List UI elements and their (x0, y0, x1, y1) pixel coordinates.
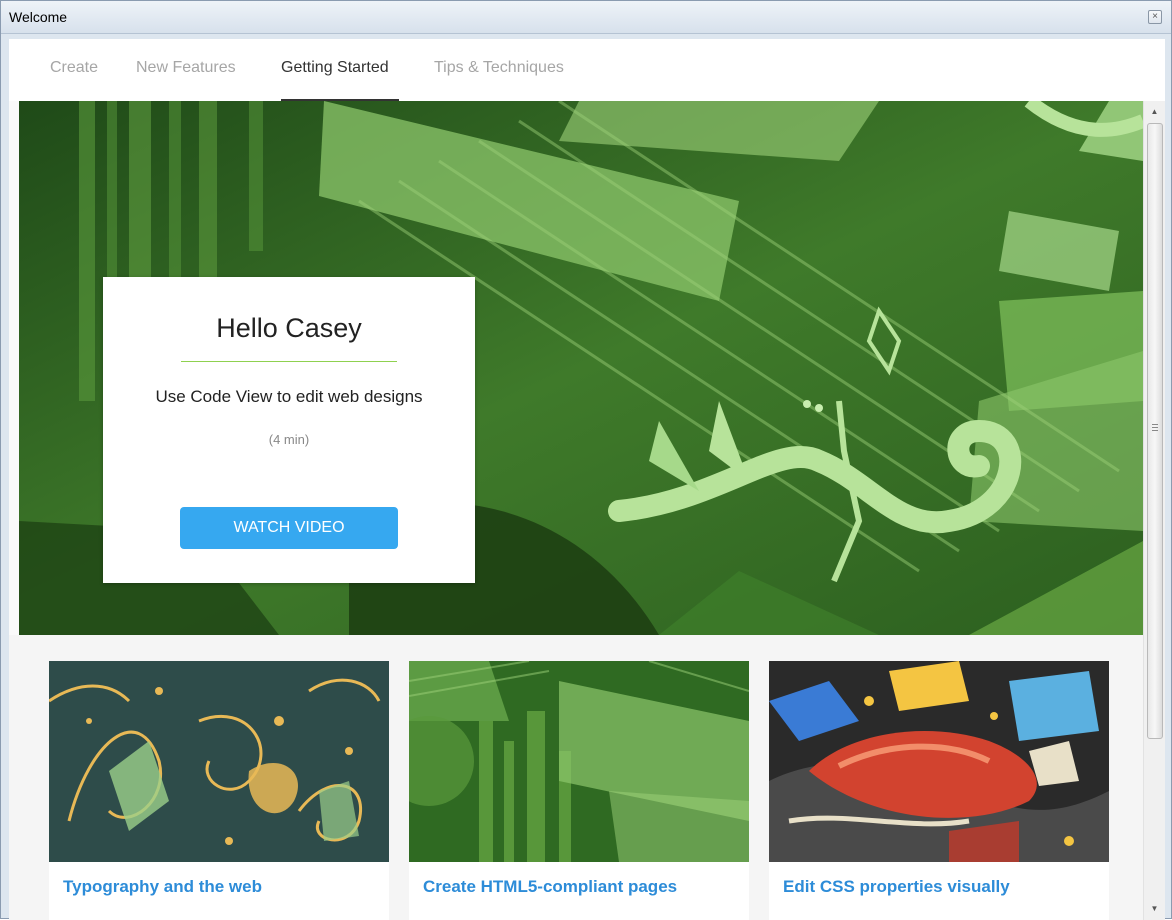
thumbnail-css[interactable]: Edit CSS properties visually (769, 661, 1109, 920)
green-code-illustration (409, 661, 749, 862)
thumbnail-title: Create HTML5-compliant pages (423, 877, 678, 896)
hero-divider (181, 361, 397, 362)
tab-getting-started[interactable]: Getting Started (281, 59, 389, 77)
scroll-up-arrow-icon[interactable]: ▲ (1144, 103, 1165, 120)
title-bar: Welcome × (1, 1, 1171, 34)
hero-greeting: Hello Casey (216, 313, 362, 343)
scrollbar-thumb[interactable] (1147, 123, 1163, 739)
vertical-scrollbar[interactable]: ▲ ▼ (1143, 101, 1165, 920)
hero-banner: Hello Casey Use Code View to edit web de… (19, 101, 1143, 635)
close-icon[interactable]: × (1148, 10, 1162, 24)
tutorial-thumbnails: Typography and the web Create HTML5-comp… (9, 635, 1143, 920)
welcome-content: Create New Features Getting Started Tips… (9, 39, 1165, 920)
welcome-window: Welcome × Create New Features Getting St… (0, 0, 1172, 920)
thumbnail-title: Typography and the web (63, 877, 262, 896)
thumbnail-title: Edit CSS properties visually (783, 877, 1010, 896)
scroll-down-arrow-icon[interactable]: ▼ (1144, 900, 1165, 917)
hero-subtitle: Use Code View to edit web designs (155, 387, 423, 406)
thumbnail-typography[interactable]: Typography and the web (49, 661, 389, 920)
typography-illustration (49, 661, 389, 862)
tab-tips-techniques[interactable]: Tips & Techniques (434, 59, 564, 77)
tab-bar: Create New Features Getting Started Tips… (9, 39, 1165, 101)
watch-video-button[interactable]: WATCH VIDEO (180, 507, 398, 549)
colorful-collage-illustration (769, 661, 1109, 862)
hero-duration: (4 min) (268, 432, 310, 447)
hero-card: Hello Casey Use Code View to edit web de… (103, 277, 475, 583)
grip-icon (1152, 424, 1158, 425)
tab-create[interactable]: Create (50, 59, 98, 77)
window-title: Welcome (9, 9, 68, 25)
thumbnail-html5[interactable]: Create HTML5-compliant pages (409, 661, 749, 920)
tab-new-features[interactable]: New Features (136, 59, 236, 77)
